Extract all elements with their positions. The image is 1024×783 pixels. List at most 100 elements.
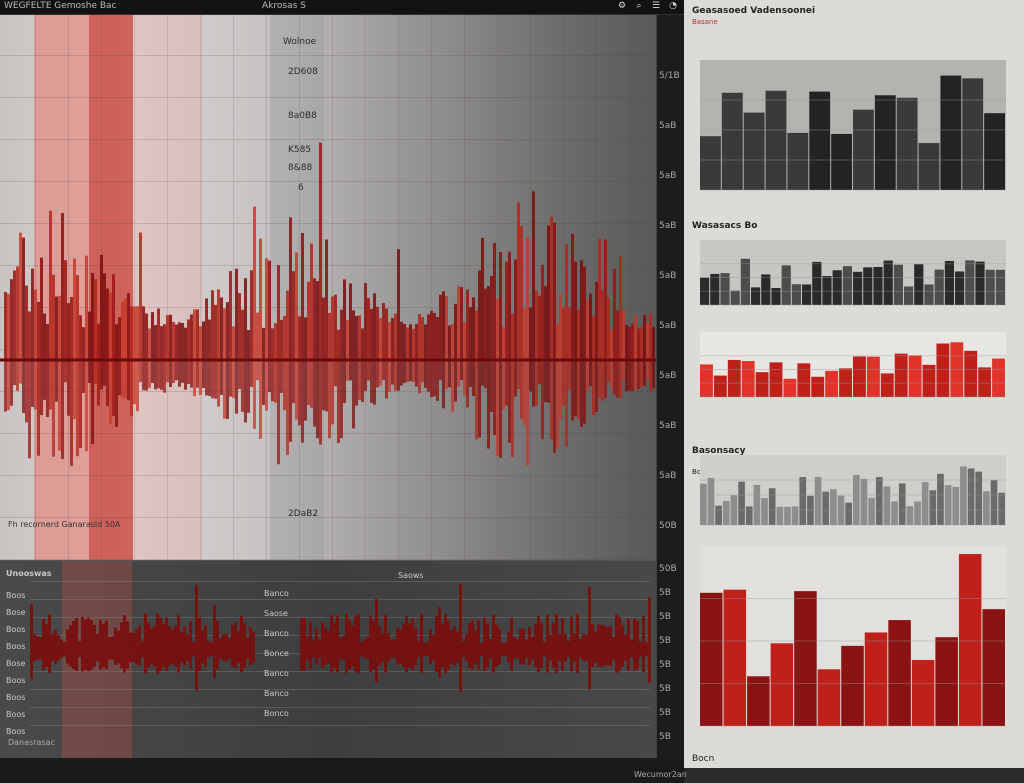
- axis-tick-label: 5B: [659, 732, 671, 742]
- chart-bar: [965, 260, 975, 305]
- lane-sample: [147, 622, 150, 669]
- lane-sample: [390, 639, 393, 658]
- waveform-sample: [73, 360, 76, 420]
- waveform-sample: [85, 255, 88, 360]
- waveform-sample: [310, 360, 313, 408]
- waveform-sample: [172, 360, 175, 384]
- bar-panel-2[interactable]: Wasasacs Bo: [692, 215, 1018, 327]
- lane-label: Bose: [6, 659, 26, 668]
- lane-sample: [504, 642, 507, 657]
- chart-bar: [896, 97, 918, 190]
- lane-sample: [483, 617, 486, 672]
- lane-sample: [363, 639, 366, 658]
- waveform-sample: [298, 360, 301, 426]
- waveform-sample: [229, 360, 232, 397]
- axis-tick-label: 5B: [659, 708, 671, 718]
- chart-bar: [883, 260, 893, 305]
- bar-chart-1: [700, 60, 1006, 191]
- lane-sample: [39, 637, 42, 660]
- waveform-sample: [379, 360, 382, 386]
- waveform-sample: [469, 307, 472, 360]
- toolbar-icons: ⚙ ⌕ ☰ ◔: [617, 1, 678, 12]
- waveform-sample: [541, 360, 544, 440]
- lane-sample: [348, 620, 351, 670]
- bell-icon[interactable]: ◔: [668, 1, 678, 12]
- waveform-sample: [400, 360, 403, 386]
- settings-icon[interactable]: ☰: [651, 1, 661, 12]
- waveform-sample: [61, 212, 64, 360]
- main-waveform-panel[interactable]: Wolnoe 2D608 8a0B8 K585 8&88 6 2DaB2 Fh …: [0, 15, 656, 560]
- waveform-sample: [625, 360, 628, 392]
- lane-label: Boos: [6, 625, 26, 634]
- gear-icon[interactable]: ⚙: [617, 1, 627, 12]
- lane-sample: [528, 627, 531, 666]
- waveform-sample: [466, 360, 469, 408]
- lane-sample: [447, 620, 450, 670]
- lane-sample: [498, 628, 501, 665]
- waveform-sample: [70, 297, 73, 360]
- lane-sample: [342, 635, 345, 661]
- chart-bar: [875, 476, 883, 525]
- waveform-sample: [277, 360, 280, 465]
- chart-bar: [787, 132, 809, 190]
- waveform-sample: [394, 360, 397, 391]
- search-icon[interactable]: ⌕: [634, 1, 644, 12]
- lane-sample: [627, 618, 630, 671]
- waveform-sample: [88, 311, 91, 360]
- bar-panel-3[interactable]: [692, 327, 1018, 427]
- lane-label: Bose: [6, 608, 26, 617]
- waveform-sample: [178, 322, 181, 360]
- waveform-sample: [427, 314, 430, 360]
- bar-panel-5[interactable]: Bocn: [692, 540, 1018, 768]
- chart-bar: [934, 269, 944, 305]
- waveform-sample: [397, 249, 400, 360]
- chart-bar: [822, 491, 830, 525]
- waveform-sample: [25, 285, 28, 360]
- lane-sample: [570, 616, 573, 672]
- axis-tick-label: 5aB: [659, 321, 677, 331]
- waveform-sample: [505, 360, 508, 406]
- waveform-sample: [466, 289, 469, 360]
- lane-sample: [561, 618, 564, 671]
- lane-sample: [420, 613, 423, 674]
- chart-bar: [944, 485, 952, 525]
- chart-bar: [791, 506, 799, 525]
- lower-lanes-panel[interactable]: Unooswas Saows Boos Bose Boos Boos Bose Boos B…: [0, 560, 656, 759]
- waveform-sample: [457, 286, 460, 360]
- waveform-sample: [280, 360, 283, 393]
- track-label[interactable]: Akrosas S: [262, 1, 306, 11]
- lane-sample: [579, 639, 582, 659]
- waveform-sample: [547, 360, 550, 403]
- chart-bar: [860, 478, 868, 525]
- waveform-sample: [280, 319, 283, 360]
- chart-bar: [935, 637, 958, 726]
- waveform-sample: [265, 258, 268, 360]
- waveform-sample: [274, 323, 277, 360]
- waveform-sample: [613, 268, 616, 360]
- lane-sample: [591, 624, 594, 668]
- waveform-sample: [337, 329, 340, 360]
- lane-sample: [303, 618, 306, 671]
- waveform-sample: [640, 327, 643, 360]
- waveform-sample: [229, 271, 232, 360]
- lane-sample: [480, 642, 483, 656]
- waveform-sample: [163, 360, 166, 393]
- waveform-sample: [43, 360, 46, 400]
- waveform-sample: [244, 360, 247, 423]
- waveform-sample: [292, 271, 295, 360]
- waveform-sample: [205, 360, 208, 396]
- bar-panel-4[interactable]: Basonsacy Boenaes: [692, 440, 1018, 540]
- waveform-sample: [7, 360, 10, 411]
- chart-bar: [955, 271, 965, 305]
- waveform-sample: [418, 360, 421, 394]
- waveform-sample: [256, 360, 259, 381]
- lane-sample: [621, 624, 624, 667]
- lane-sample: [57, 635, 60, 661]
- waveform-sample: [283, 360, 286, 410]
- waveform-sample: [475, 310, 478, 360]
- lane-sample: [534, 623, 537, 668]
- lane-label: Banco: [264, 669, 289, 678]
- bar-panel-1[interactable]: Geasasoed Vadensoonei Basane: [692, 0, 1018, 215]
- lane-sample: [624, 634, 627, 661]
- waveform-sample: [334, 360, 337, 387]
